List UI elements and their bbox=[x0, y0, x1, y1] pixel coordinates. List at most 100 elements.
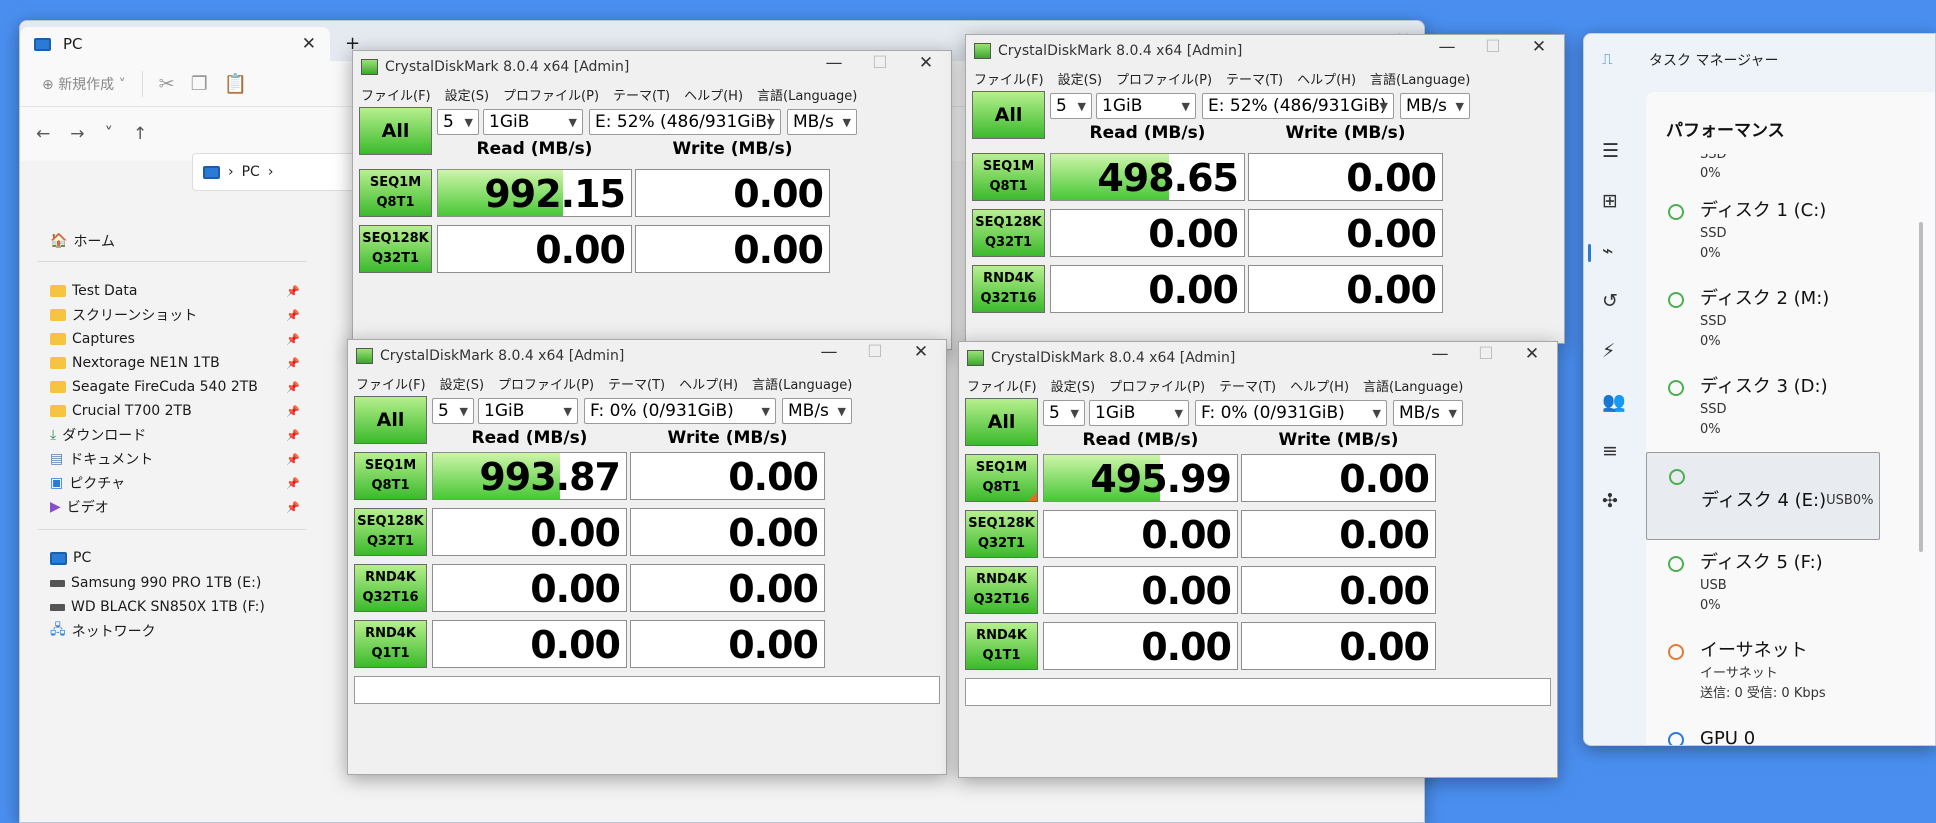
menu-item[interactable]: プロファイル(P) bbox=[498, 374, 594, 393]
sidebar-item-quick[interactable]: Crucial T700 2TB 📌 bbox=[50, 399, 310, 423]
sidebar-item-quick[interactable]: スクリーンショット 📌 bbox=[50, 303, 310, 327]
all-button[interactable]: All bbox=[965, 398, 1038, 446]
comment-input[interactable] bbox=[965, 678, 1551, 706]
paste-icon[interactable]: 📋 bbox=[224, 72, 248, 95]
sidebar-item-home[interactable]: 🏠 ホーム bbox=[50, 229, 310, 253]
app-history-icon[interactable]: ↺ bbox=[1602, 290, 1618, 312]
sidebar-item-quick[interactable]: Seagate FireCuda 540 2TB 📌 bbox=[50, 375, 310, 399]
test-button[interactable]: SEQ128K Q32T1 bbox=[972, 209, 1045, 257]
services-icon[interactable]: ✣ bbox=[1602, 490, 1618, 512]
sidebar-item-quick[interactable]: Captures 📌 bbox=[50, 327, 310, 351]
menu-item[interactable]: ファイル(F) bbox=[356, 374, 426, 393]
address-bar[interactable]: › PC › bbox=[192, 153, 362, 191]
all-button[interactable]: All bbox=[359, 107, 432, 155]
close-tab-icon[interactable]: ✕ bbox=[302, 34, 316, 54]
sidebar-item-drive[interactable]: Samsung 990 PRO 1TB (E:) bbox=[50, 571, 310, 595]
sidebar-item-quick[interactable]: ▤ ドキュメント 📌 bbox=[50, 447, 310, 471]
perf-item[interactable]: ディスク 1 (C:) SSD 0% bbox=[1646, 188, 1880, 276]
sidebar-item-pc[interactable]: PC bbox=[50, 546, 310, 570]
close-icon[interactable]: ✕ bbox=[898, 342, 944, 362]
menu-item[interactable]: テーマ(T) bbox=[608, 374, 665, 393]
menu-item[interactable]: 言語(Language) bbox=[1370, 69, 1470, 88]
menu-item[interactable]: ファイル(F) bbox=[974, 69, 1044, 88]
all-button[interactable]: All bbox=[972, 91, 1045, 139]
close-icon[interactable]: ✕ bbox=[1509, 344, 1555, 364]
test-button[interactable]: SEQ1M Q8T1 bbox=[359, 169, 432, 217]
close-icon[interactable]: ✕ bbox=[903, 53, 949, 73]
test-count-select[interactable]: 5 ▼ bbox=[437, 109, 479, 135]
maximize-icon[interactable]: ☐ bbox=[1463, 344, 1509, 364]
menu-item[interactable]: ヘルプ(H) bbox=[679, 374, 738, 393]
maximize-icon[interactable]: ☐ bbox=[857, 53, 903, 73]
menu-item[interactable]: 言語(Language) bbox=[757, 85, 857, 104]
test-button[interactable]: SEQ128K Q32T1 bbox=[965, 510, 1038, 558]
menu-item[interactable]: 設定(S) bbox=[440, 374, 484, 393]
drive-select[interactable]: F: 0% (0/931GiB) ▼ bbox=[1195, 400, 1387, 426]
perf-item[interactable]: ディスク 4 (E:) USB 0% bbox=[1646, 452, 1880, 540]
minimize-icon[interactable]: — bbox=[1417, 344, 1463, 364]
back-icon[interactable]: ← bbox=[36, 124, 50, 144]
test-count-select[interactable]: 5 ▼ bbox=[1043, 400, 1085, 426]
perf-item[interactable]: ディスク 2 (M:) SSD 0% bbox=[1646, 276, 1880, 364]
maximize-icon[interactable]: ☐ bbox=[852, 342, 898, 362]
unit-select[interactable]: MB/s ▼ bbox=[1393, 400, 1463, 426]
drive-select[interactable]: E: 52% (486/931GiB) ▼ bbox=[589, 109, 781, 135]
all-button[interactable]: All bbox=[354, 396, 427, 444]
startup-apps-icon[interactable]: ⚡ bbox=[1602, 340, 1615, 362]
menu-item[interactable]: 設定(S) bbox=[1051, 376, 1095, 395]
menu-item[interactable]: 設定(S) bbox=[445, 85, 489, 104]
menu-item[interactable]: 言語(Language) bbox=[1363, 376, 1463, 395]
unit-select[interactable]: MB/s ▼ bbox=[1400, 93, 1470, 119]
menu-item[interactable]: プロファイル(P) bbox=[503, 85, 599, 104]
test-size-select[interactable]: 1GiB ▼ bbox=[1089, 400, 1189, 426]
menu-item[interactable]: テーマ(T) bbox=[1219, 376, 1276, 395]
menu-item[interactable]: ヘルプ(H) bbox=[684, 85, 743, 104]
test-button[interactable]: SEQ1M Q8T1 bbox=[965, 454, 1038, 502]
sidebar-item-quick[interactable]: Nextorage NE1N 1TB 📌 bbox=[50, 351, 310, 375]
explorer-tab-pc[interactable]: PC ✕ bbox=[20, 27, 330, 61]
test-count-select[interactable]: 5 ▼ bbox=[1050, 93, 1092, 119]
sidebar-item-quick[interactable]: ▣ ピクチャ 📌 bbox=[50, 471, 310, 495]
up-icon[interactable]: ↑ bbox=[133, 124, 147, 144]
test-button[interactable]: SEQ1M Q8T1 bbox=[354, 452, 427, 500]
drive-select[interactable]: E: 52% (486/931GiB) ▼ bbox=[1202, 93, 1394, 119]
perf-item[interactable]: ディスク 5 (F:) USB 0% bbox=[1646, 540, 1880, 628]
recent-icon[interactable]: ˅ bbox=[105, 124, 114, 144]
menu-item[interactable]: ヘルプ(H) bbox=[1297, 69, 1356, 88]
unit-select[interactable]: MB/s ▼ bbox=[782, 398, 852, 424]
test-button[interactable]: RND4K Q32T16 bbox=[354, 564, 427, 612]
scrollbar[interactable] bbox=[1919, 222, 1923, 552]
performance-icon[interactable]: ⌁ bbox=[1602, 240, 1613, 262]
cut-icon[interactable]: ✂ bbox=[159, 73, 175, 95]
menu-item[interactable]: テーマ(T) bbox=[613, 85, 670, 104]
sidebar-item-quick[interactable]: ▶ ビデオ 📌 bbox=[50, 495, 310, 519]
processes-icon[interactable]: ⊞ bbox=[1602, 190, 1618, 212]
settings-icon[interactable]: ⚙ bbox=[1602, 744, 1619, 745]
test-count-select[interactable]: 5 ▼ bbox=[432, 398, 474, 424]
minimize-icon[interactable]: — bbox=[806, 342, 852, 362]
maximize-icon[interactable]: ☐ bbox=[1470, 37, 1516, 57]
menu-item[interactable]: プロファイル(P) bbox=[1116, 69, 1212, 88]
test-button[interactable]: RND4K Q32T16 bbox=[965, 566, 1038, 614]
menu-item[interactable]: 言語(Language) bbox=[752, 374, 852, 393]
minimize-icon[interactable]: — bbox=[811, 53, 857, 73]
perf-item[interactable]: GPU 0 bbox=[1646, 716, 1880, 745]
users-icon[interactable]: 👥 bbox=[1602, 390, 1626, 413]
copy-icon[interactable]: ❐ bbox=[191, 73, 208, 95]
sidebar-item-drive[interactable]: WD BLACK SN850X 1TB (F:) bbox=[50, 595, 310, 619]
test-size-select[interactable]: 1GiB ▼ bbox=[1096, 93, 1196, 119]
test-button[interactable]: SEQ128K Q32T1 bbox=[354, 508, 427, 556]
perf-item[interactable]: ディスク 3 (D:) SSD 0% bbox=[1646, 364, 1880, 452]
test-button[interactable]: RND4K Q1T1 bbox=[965, 622, 1038, 670]
close-icon[interactable]: ✕ bbox=[1516, 37, 1562, 57]
menu-item[interactable]: ヘルプ(H) bbox=[1290, 376, 1349, 395]
menu-item[interactable]: 設定(S) bbox=[1058, 69, 1102, 88]
sidebar-item-quick[interactable]: ⤓ ダウンロード 📌 bbox=[50, 423, 310, 447]
test-size-select[interactable]: 1GiB ▼ bbox=[483, 109, 583, 135]
menu-item[interactable]: テーマ(T) bbox=[1226, 69, 1283, 88]
drive-select[interactable]: F: 0% (0/931GiB) ▼ bbox=[584, 398, 776, 424]
test-button[interactable]: SEQ1M Q8T1 bbox=[972, 153, 1045, 201]
details-icon[interactable]: ≡ bbox=[1602, 440, 1618, 462]
minimize-icon[interactable]: — bbox=[1424, 37, 1470, 57]
menu-item[interactable]: ファイル(F) bbox=[361, 85, 431, 104]
